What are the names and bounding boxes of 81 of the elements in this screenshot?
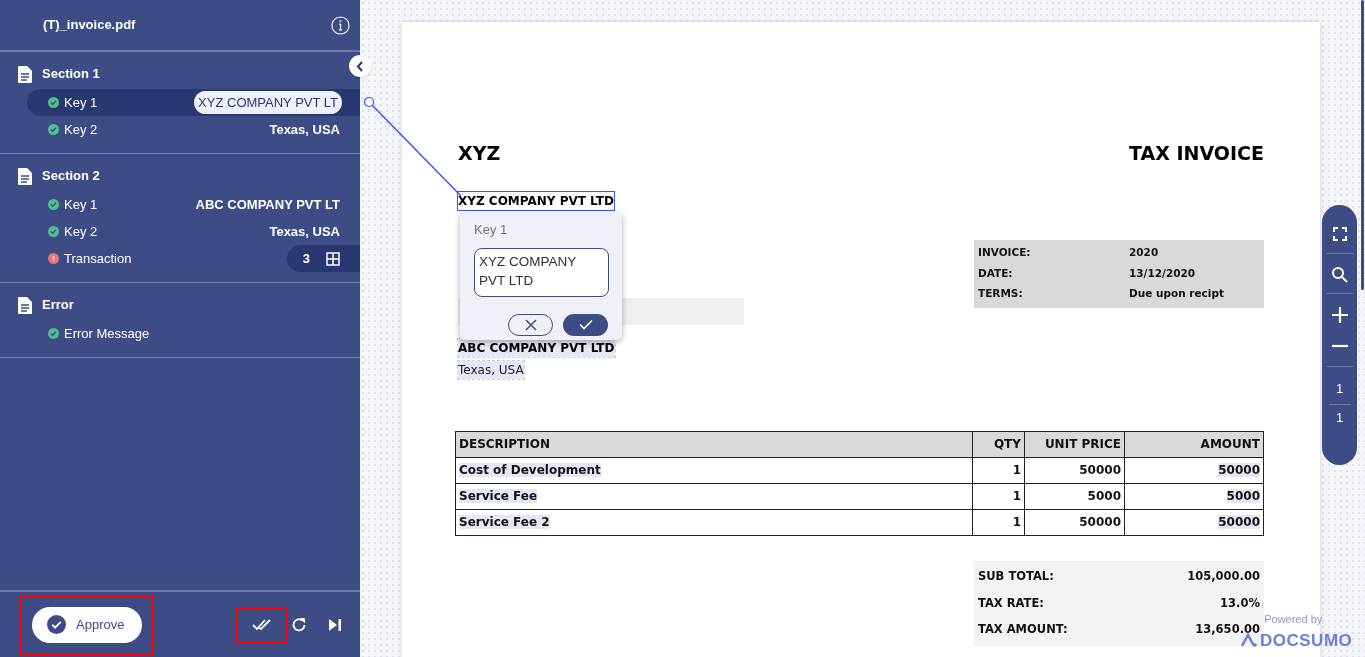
zoom-out-icon[interactable]	[1330, 344, 1349, 348]
column-header: DESCRIPTION	[455, 431, 973, 457]
table-cell: Service Fee 2	[455, 509, 973, 535]
buyer-address: Texas, USA	[458, 360, 524, 379]
field-label: Error Message	[64, 324, 150, 343]
field-row[interactable]: Key 1 XYZ COMPANY PVT LT	[27, 89, 360, 116]
table-count-pill[interactable]: 3	[286, 245, 360, 272]
total-value: 105,000.00	[1187, 568, 1260, 586]
field-value: XYZ COMPANY PVT LT	[194, 90, 342, 115]
field-label: Key 1	[64, 93, 98, 112]
fullscreen-icon[interactable]	[1332, 227, 1347, 241]
field-value: Texas, USA	[269, 222, 340, 241]
section-title: Error	[42, 296, 74, 315]
field-row[interactable]: Transaction 3	[27, 245, 360, 272]
info-label: DATE:	[978, 265, 1014, 281]
current-page: 1	[1335, 380, 1344, 398]
chevron-left-icon	[356, 60, 364, 72]
file-name: (T)_invoice.pdf	[43, 16, 137, 35]
info-value: Due upon recipt	[1129, 286, 1224, 302]
section-title: Section 1	[42, 65, 100, 84]
column-header: QTY	[972, 431, 1025, 457]
zoom-in-icon[interactable]	[1330, 306, 1349, 324]
info-value: 13/12/2020	[1129, 265, 1196, 281]
check-icon	[578, 319, 593, 330]
close-icon	[524, 318, 537, 331]
column-header: AMOUNT	[1124, 431, 1264, 457]
info-label: INVOICE:	[978, 244, 1032, 260]
field-label: Key 2	[64, 222, 98, 241]
skip-next-icon[interactable]	[328, 617, 342, 632]
check-circle-icon	[47, 615, 66, 634]
grid-icon	[326, 251, 340, 266]
column-header: UNIT PRICE	[1024, 431, 1125, 457]
table-cell: 50000	[1024, 457, 1125, 483]
powered-by-caption: Powered by	[1264, 612, 1323, 627]
value-field[interactable]: XYZ COMPANY PVT LTD	[474, 247, 609, 297]
field-value: Texas, USA	[269, 120, 340, 139]
popup-label: Key 1	[474, 221, 509, 239]
table-cell: 50000	[1124, 509, 1264, 535]
field-row[interactable]: Key 1 ABC COMPANY PVT LT	[27, 191, 360, 218]
table-cell: 50000	[1024, 509, 1125, 535]
field-row[interactable]: Key 2 Texas, USA	[27, 116, 360, 143]
section-title: Section 2	[42, 167, 100, 186]
refresh-icon[interactable]	[291, 616, 307, 633]
field-row[interactable]: Error Message	[27, 320, 360, 347]
seller-name: XYZ COMPANY PVT LTD	[458, 191, 614, 210]
field-label: Key 2	[64, 120, 98, 139]
field-value: ABC COMPANY PVT LT	[195, 195, 340, 214]
document-icon	[18, 167, 32, 185]
brand-name: DOCSUMO	[1260, 629, 1353, 652]
confirm-button[interactable]	[563, 313, 608, 336]
table-cell: 50000	[1124, 457, 1264, 483]
table-cell: 5000	[1024, 483, 1125, 509]
cancel-button[interactable]	[508, 313, 553, 336]
search-icon[interactable]	[1331, 266, 1348, 283]
company-name: XYZ	[458, 141, 501, 166]
table-cell: 5000	[1124, 483, 1264, 509]
document-icon	[18, 65, 32, 83]
table-cell: 1	[972, 483, 1025, 509]
total-label: TAX RATE:	[978, 594, 1044, 612]
page-count: 1	[1335, 408, 1344, 427]
info-value: 2020	[1129, 244, 1159, 260]
total-value: 13,650.00	[1195, 621, 1260, 639]
table-cell: 1	[972, 509, 1025, 535]
row-count: 3	[302, 249, 310, 268]
field-row[interactable]: Key 2 Texas, USA	[27, 218, 360, 245]
table-cell: Service Fee	[455, 483, 973, 509]
total-value: 13.0%	[1220, 594, 1260, 612]
double-check-icon[interactable]	[252, 618, 272, 631]
document-icon	[18, 296, 32, 314]
info-label: TERMS:	[978, 286, 1024, 302]
total-label: SUB TOTAL:	[978, 568, 1054, 586]
table-cell: Cost of Development	[455, 457, 973, 483]
field-label: Key 1	[64, 195, 98, 214]
info-icon[interactable]	[331, 15, 350, 35]
brand-logo-icon	[1240, 633, 1258, 648]
table-cell: 1	[972, 457, 1025, 483]
invoice-title: TAX INVOICE	[1129, 141, 1264, 166]
approve-button[interactable]: Approve	[32, 606, 143, 643]
collapse-button[interactable]	[349, 55, 371, 77]
total-label: TAX AMOUNT:	[978, 621, 1068, 639]
field-label: Transaction	[64, 249, 132, 268]
